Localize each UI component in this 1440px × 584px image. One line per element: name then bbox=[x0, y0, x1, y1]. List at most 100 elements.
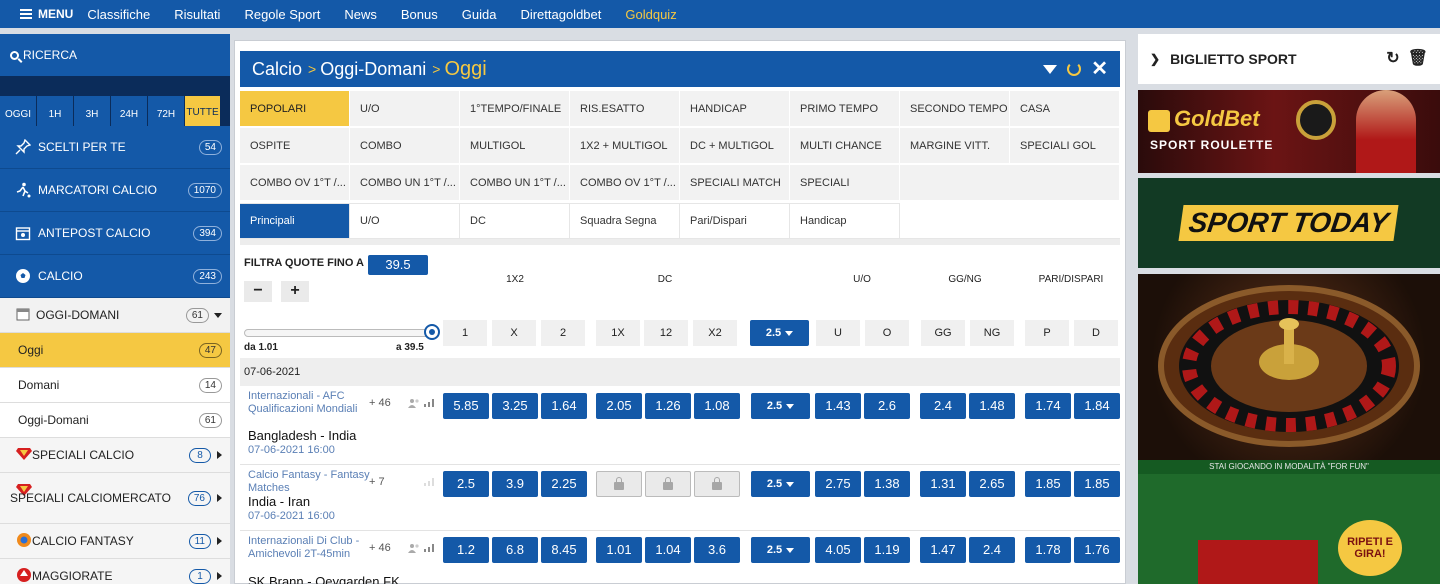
more-markets[interactable]: + 7 bbox=[369, 476, 385, 488]
sidebar-item-speciali-calcio[interactable]: SPECIALI CALCIO 8 bbox=[0, 438, 230, 473]
odd-button[interactable]: 1.78 bbox=[1025, 537, 1071, 563]
odd-button[interactable]: 2.65 bbox=[969, 471, 1015, 497]
odds-filter-value[interactable]: 39.5 bbox=[368, 255, 428, 275]
tab-combo-un-1t[interactable]: COMBO UN 1°T /... bbox=[350, 165, 460, 201]
odd-button[interactable]: 2.6 bbox=[864, 393, 910, 419]
competition-link[interactable]: Internazionali - AFC Qualificazioni Mond… bbox=[248, 390, 378, 416]
tab-combo-ov-1t[interactable]: COMBO OV 1°T /... bbox=[240, 165, 350, 201]
tab-handicap[interactable]: HANDICAP bbox=[680, 91, 790, 127]
uo-line-select[interactable]: 2.5 bbox=[751, 537, 810, 563]
tab-popolari[interactable]: POPOLARI bbox=[240, 91, 350, 127]
stats-icon[interactable] bbox=[423, 397, 437, 407]
odd-button[interactable]: 3.6 bbox=[694, 537, 740, 563]
banner-sport-today[interactable]: SPORT TODAY bbox=[1138, 178, 1440, 268]
bet-slip-header[interactable]: ❯ BIGLIETTO SPORT ↻ 🗑 bbox=[1138, 34, 1440, 84]
odd-button[interactable]: 1.04 bbox=[645, 537, 691, 563]
tab-multi-chance[interactable]: MULTI CHANCE bbox=[790, 128, 900, 164]
tab-1-tempo-finale[interactable]: 1°TEMPO/FINALE bbox=[460, 91, 570, 127]
banner-roulette[interactable] bbox=[1138, 274, 1440, 460]
match-teams[interactable]: SK Brann - Oeygarden FK bbox=[248, 574, 400, 584]
stats-icon[interactable] bbox=[423, 476, 437, 486]
time-filter-3h[interactable]: 3H bbox=[74, 96, 111, 126]
odd-button[interactable]: 2.05 bbox=[596, 393, 642, 419]
uo-line-select[interactable]: 2.5 bbox=[751, 393, 810, 419]
sidebar-item-oggi-domani-list[interactable]: Oggi-Domani 61 bbox=[0, 403, 230, 438]
sidebar-item-domani[interactable]: Domani 14 bbox=[0, 368, 230, 403]
odd-button[interactable]: 1.85 bbox=[1025, 471, 1071, 497]
nav-guida[interactable]: Guida bbox=[462, 7, 497, 22]
tab-multigol[interactable]: MULTIGOL bbox=[460, 128, 570, 164]
stats-icon[interactable] bbox=[423, 542, 437, 552]
odd-button[interactable]: 1.26 bbox=[645, 393, 691, 419]
odd-button[interactable]: 4.05 bbox=[815, 537, 861, 563]
tab-speciali-gol[interactable]: SPECIALI GOL bbox=[1010, 128, 1120, 164]
tab-combo-ov-1t-b[interactable]: COMBO OV 1°T /... bbox=[570, 165, 680, 201]
tab-ris-esatto[interactable]: RIS.ESATTO bbox=[570, 91, 680, 127]
time-filter-tutte[interactable]: TUTTE bbox=[185, 96, 221, 126]
breadcrumb-oggi-domani[interactable]: Oggi-Domani bbox=[320, 59, 426, 80]
nav-direttagoldbet[interactable]: Direttagoldbet bbox=[520, 7, 601, 22]
odd-button[interactable]: 1.76 bbox=[1074, 537, 1120, 563]
time-filter-oggi[interactable]: OGGI bbox=[0, 96, 37, 126]
tab-dc-multigol[interactable]: DC + MULTIGOL bbox=[680, 128, 790, 164]
sidebar-item-calcio-fantasy[interactable]: CALCIO FANTASY 11 bbox=[0, 524, 230, 559]
odd-button[interactable]: 1.31 bbox=[920, 471, 966, 497]
collapse-icon[interactable] bbox=[1043, 64, 1058, 74]
competition-link[interactable]: Calcio Fantasy - Fantasy Matches bbox=[248, 469, 378, 495]
nav-news[interactable]: News bbox=[344, 7, 377, 22]
uo-line-select[interactable]: 2.5 bbox=[751, 471, 810, 497]
slider-handle[interactable] bbox=[424, 324, 440, 340]
sidebar-item-maggiorate[interactable]: MAGGIORATE 1 bbox=[0, 559, 230, 584]
odd-button[interactable]: 1.64 bbox=[541, 393, 587, 419]
odd-button[interactable]: 6.8 bbox=[492, 537, 538, 563]
match-teams[interactable]: India - Iran bbox=[248, 494, 310, 509]
spin-again-button[interactable]: RIPETI E GIRA! bbox=[1338, 520, 1402, 576]
odd-button[interactable]: 1.47 bbox=[920, 537, 966, 563]
odd-button[interactable]: 1.01 bbox=[596, 537, 642, 563]
search-button[interactable]: RICERCA bbox=[0, 34, 230, 76]
tab-speciali-match[interactable]: SPECIALI MATCH bbox=[680, 165, 790, 201]
odd-button[interactable]: 1.74 bbox=[1025, 393, 1071, 419]
odd-button[interactable]: 2.5 bbox=[443, 471, 489, 497]
nav-goldquiz[interactable]: Goldquiz bbox=[625, 7, 676, 22]
odd-button[interactable]: 1.38 bbox=[864, 471, 910, 497]
sidebar-item-marcatori-calcio[interactable]: MARCATORI CALCIO 1070 bbox=[0, 169, 230, 212]
uo-line-select[interactable]: 2.5 bbox=[750, 320, 809, 346]
odd-button[interactable]: 1.2 bbox=[443, 537, 489, 563]
decrease-button[interactable]: − bbox=[244, 281, 272, 302]
sidebar-item-antepost-calcio[interactable]: ANTEPOST CALCIO 394 bbox=[0, 212, 230, 255]
nav-risultati[interactable]: Risultati bbox=[174, 7, 220, 22]
refresh-icon[interactable]: ↻ bbox=[1386, 48, 1399, 68]
sidebar-item-speciali-calciomercato[interactable]: SPECIALI CALCIOMERCATO 76 bbox=[0, 473, 230, 524]
subtab-handicap[interactable]: Handicap bbox=[790, 203, 900, 238]
odd-button[interactable]: 1.48 bbox=[969, 393, 1015, 419]
time-filter-1h[interactable]: 1H bbox=[37, 96, 74, 126]
more-markets[interactable]: + 46 bbox=[369, 542, 391, 554]
odd-button[interactable]: 2.4 bbox=[969, 537, 1015, 563]
banner-goldbet-sport-roulette[interactable]: GoldBet SPORT ROULETTE bbox=[1138, 90, 1440, 173]
sidebar-item-scelti-per-te[interactable]: SCELTI PER TE 54 bbox=[0, 126, 230, 169]
refresh-icon[interactable] bbox=[1067, 62, 1082, 76]
tab-combo[interactable]: COMBO bbox=[350, 128, 460, 164]
odd-button[interactable]: 1.08 bbox=[694, 393, 740, 419]
odd-button[interactable]: 5.85 bbox=[443, 393, 489, 419]
odd-button[interactable]: 1.84 bbox=[1074, 393, 1120, 419]
breadcrumb-calcio[interactable]: Calcio bbox=[252, 59, 302, 80]
tab-margine-vitt[interactable]: MARGINE VITT. bbox=[900, 128, 1010, 164]
odd-button[interactable]: 1.85 bbox=[1074, 471, 1120, 497]
time-filter-24h[interactable]: 24H bbox=[111, 96, 148, 126]
menu-button[interactable]: MENU bbox=[0, 7, 73, 21]
tab-casa[interactable]: CASA bbox=[1010, 91, 1120, 127]
odd-button[interactable]: 2.25 bbox=[541, 471, 587, 497]
odd-button[interactable]: 2.75 bbox=[815, 471, 861, 497]
odd-button[interactable]: 3.25 bbox=[492, 393, 538, 419]
tab-secondo-tempo[interactable]: SECONDO TEMPO bbox=[900, 91, 1010, 127]
tab-speciali[interactable]: SPECIALI bbox=[790, 165, 900, 201]
banner-roulette-table[interactable]: STAI GIOCANDO IN MODALITÀ "FOR FUN" RIPE… bbox=[1138, 460, 1440, 584]
sidebar-item-oggi[interactable]: Oggi 47 bbox=[0, 333, 230, 368]
tab-1x2-multigol[interactable]: 1X2 + MULTIGOL bbox=[570, 128, 680, 164]
tab-primo-tempo[interactable]: PRIMO TEMPO bbox=[790, 91, 900, 127]
sidebar-item-oggi-domani[interactable]: OGGI-DOMANI 61 bbox=[0, 298, 230, 333]
odds-range-slider[interactable] bbox=[244, 329, 434, 337]
odd-button[interactable]: 1.43 bbox=[815, 393, 861, 419]
